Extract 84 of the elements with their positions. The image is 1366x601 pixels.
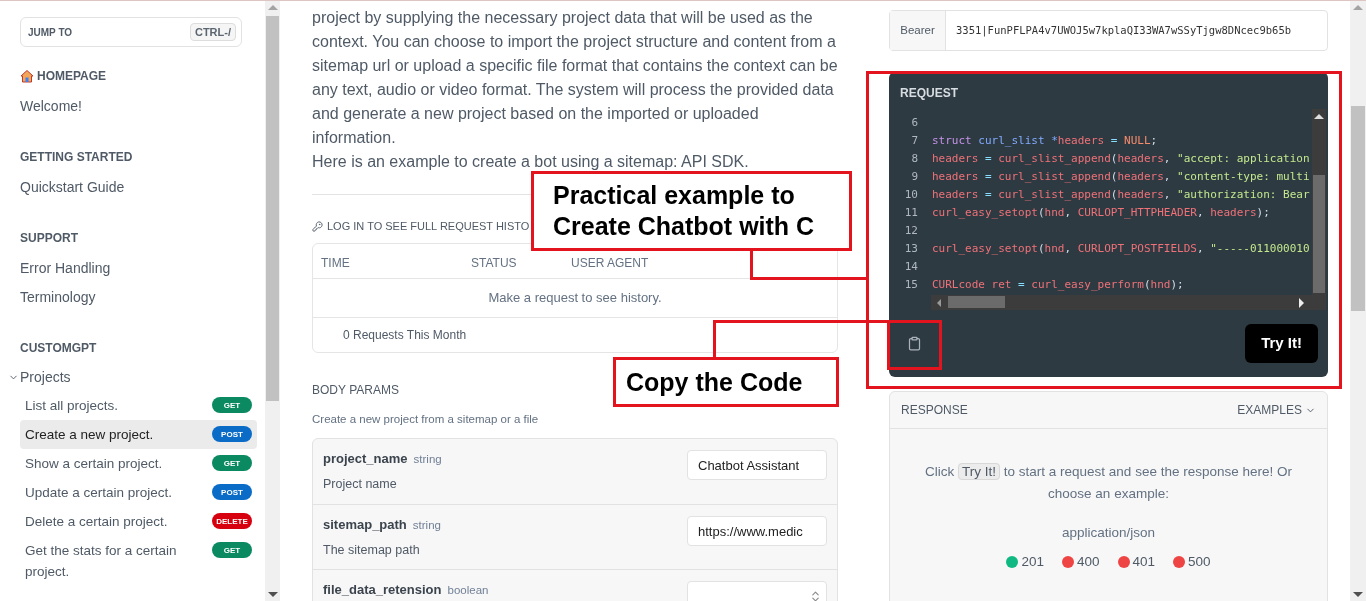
examples-dropdown[interactable]: EXAMPLES [1237,401,1316,419]
sidebar-link[interactable]: Error Handling [20,258,257,276]
method-badge: GET [212,542,252,558]
jump-to-button[interactable]: JUMP TO CTRL-/ [20,17,242,47]
endpoint-item[interactable]: Get the stats for a certain project. GET [20,536,257,586]
line-number: 8 [910,151,919,167]
param-name: project_name [323,450,408,469]
code-line: headers = curl_slist_append(headers, "accept: application [931,151,1310,167]
status-code[interactable]: 500 [1188,552,1211,573]
auth-token: 3351|FunPFLPA4v7UWOJ5w7kplaQI33WA7wSSyTjgw8DNcec9b65b [955,22,1292,39]
auth-field[interactable]: Bearer 3351|FunPFLPA4v7UWOJ5w7kplaQI33WA7wSSyTjgw8DNcec9b65b [889,10,1328,51]
param-input[interactable]: https://www.medic [687,516,827,547]
history-heading: LOG IN TO SEE FULL REQUEST HISTO [327,218,530,234]
code-line: struct curl_slist *headers = NULL; [931,133,1158,149]
method-badge: POST [212,484,252,500]
try-it-button[interactable]: Try It! [1245,324,1318,363]
column-header: USER AGENT [571,254,649,272]
description-paragraph: Here is an example to create a bot using a sitemap: API SDK. [312,152,750,172]
panel-title: RESPONSE [901,402,968,419]
code-hscrollbar[interactable] [931,295,1326,310]
line-number: 13 [903,241,919,257]
copy-icon[interactable] [907,336,922,351]
callout-box: Practical example to Create Chatbot with C [531,171,852,251]
param-input[interactable]: Chatbot Assistant [687,450,827,481]
method-badge: GET [212,455,252,471]
param-type: string [412,518,441,534]
line-number: 11 [903,205,919,221]
section-heading: GETTING STARTED [20,149,133,166]
sidebar-group[interactable]: Projects [8,368,257,386]
code-line: CURLcode ret = curl_easy_perform(hnd); [931,277,1184,293]
status-code[interactable]: 400 [1076,552,1100,573]
section-heading: BODY PARAMS [312,382,399,399]
line-number: 7 [910,133,919,149]
section-description: Create a new project from a sitemap or a file [312,412,540,427]
method-badge: DELETE [212,513,252,529]
section-heading: CUSTOMGPT [20,340,97,357]
endpoint-item[interactable]: Show a certain project. GET [20,449,257,478]
request-count: 0 Requests This Month [343,327,467,344]
param-name: file_data_retension [323,581,442,600]
response-message: Click Try It! to start a request and see the response here! Or choose an example: [924,462,1293,503]
panel-title: REQUEST [899,85,959,102]
code-line: curl_easy_setopt(hnd, CURLOPT_HTTPHEADER, headers); [931,205,1270,221]
line-number: 10 [903,187,919,203]
line-number: 9 [910,169,919,185]
code-line: headers = curl_slist_append(headers, "content-type: multi [931,169,1310,185]
endpoint-item[interactable]: List all projects. GET [20,391,257,420]
line-number: 6 [910,115,919,131]
column-header: TIME [321,254,351,272]
sidebar-scrollbar[interactable] [265,1,280,601]
line-number: 14 [903,259,919,275]
sidebar-link[interactable]: Terminology [20,287,257,305]
sidebar-link[interactable]: Quickstart Guide [20,177,257,195]
empty-message: Make a request to see history. [488,289,662,308]
line-number: 12 [903,223,919,239]
param-description: Project name [323,475,398,493]
column-header: STATUS [471,254,518,272]
description-paragraph: project by supplying the necessary project data that will be used as the context. You can choose to import the project structure and content from a sitemap url or upload a specific file format that contains the context can be any text, audio or video format. The system will process the provided data and generate a new project based on the imported or uploaded information. [312,8,838,148]
media-type: application/json [1060,524,1157,542]
endpoint-item[interactable]: Delete a certain project. DELETE [20,507,257,536]
method-badge: GET [212,397,252,413]
endpoint-item[interactable]: Create a new project. POST [20,420,257,449]
line-number: 15 [903,277,919,293]
shortcut-badge: CTRL-/ [189,22,236,42]
param-type: boolean [447,583,489,599]
param-type: string [413,452,442,468]
param-name: sitemap_path [323,516,407,535]
code-line: headers = curl_slist_append(headers, "authorization: Bear [931,187,1310,203]
endpoint-item[interactable]: Update a certain project. POST [20,478,257,507]
callout-box: Copy the Code [613,357,839,407]
code-scrollbar[interactable] [1312,109,1326,295]
status-code[interactable]: 201 [1021,552,1044,573]
sidebar-link[interactable]: Welcome! [20,96,257,114]
page-scrollbar[interactable] [1350,1,1366,601]
section-heading: HOMEPAGE [37,68,107,85]
house-icon [20,69,34,83]
try-it-chip: Try It! [958,463,1001,480]
key-icon [312,220,323,232]
select-arrows-icon [809,589,822,601]
section-heading: SUPPORT [20,230,78,247]
method-badge: POST [212,426,252,442]
code-line: curl_easy_setopt(hnd, CURLOPT_POSTFIELDS, "-----011000010 [931,241,1310,257]
status-code[interactable]: 401 [1132,552,1156,573]
auth-scheme: Bearer [890,11,946,50]
param-description: The sitemap path [323,541,421,559]
